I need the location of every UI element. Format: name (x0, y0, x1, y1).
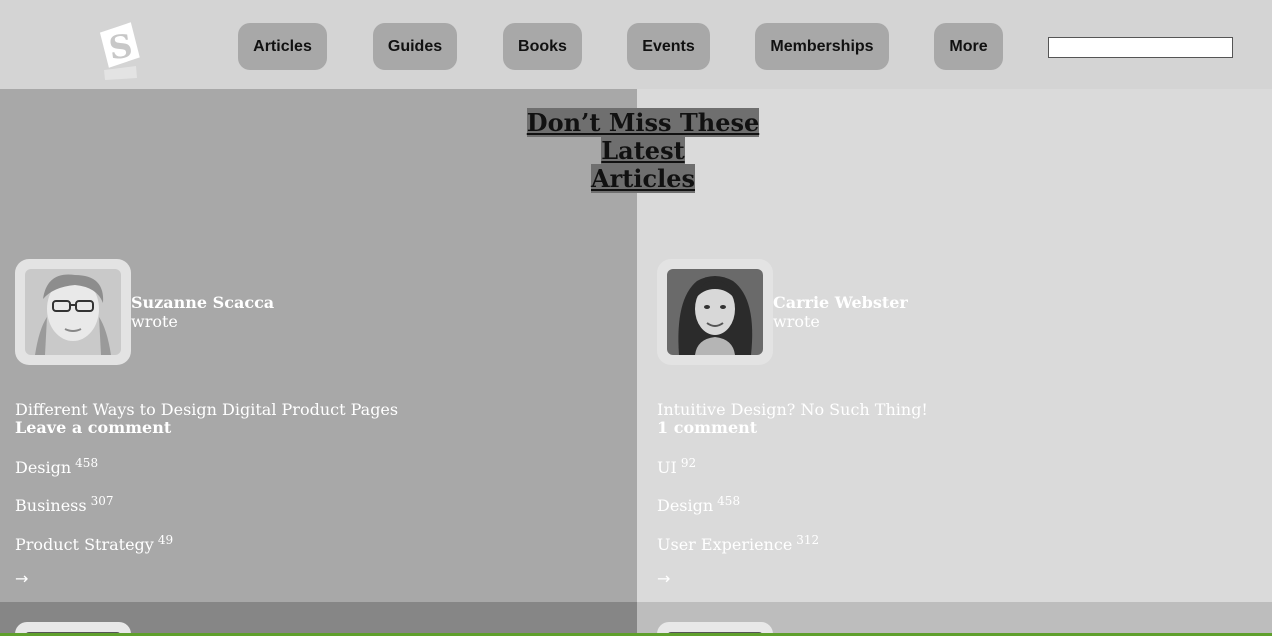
smashing-logo-icon[interactable]: S (96, 22, 144, 80)
tag-link[interactable]: User Experience 312 (657, 533, 819, 554)
article-title-link[interactable]: Different Ways to Design Digital Product… (15, 400, 398, 419)
avatar (667, 269, 763, 355)
tag-link[interactable]: Design 458 (657, 494, 740, 515)
nav-articles-button[interactable]: Articles (238, 23, 327, 70)
nav-more-button[interactable]: More (934, 23, 1003, 70)
nav-books-button[interactable]: Books (503, 23, 582, 70)
author-name[interactable]: Suzanne Scacca (131, 293, 274, 312)
tag-name: Design (15, 458, 72, 477)
author-wrote-label: wrote (131, 312, 178, 331)
site-header: S Articles Guides Books Events Membershi… (0, 0, 1272, 89)
tag-count: 49 (157, 533, 174, 547)
comments-link[interactable]: 1 comment (657, 418, 757, 437)
tag-count: 92 (680, 456, 697, 470)
section-heading-line2: Articles (591, 164, 695, 193)
tag-count: 458 (75, 456, 99, 470)
tag-count: 458 (717, 494, 741, 508)
tag-name: Business (15, 496, 87, 515)
author-avatar-frame[interactable] (15, 259, 131, 365)
author-name[interactable]: Carrie Webster (773, 293, 908, 312)
tag-name: User Experience (657, 535, 793, 554)
read-more-arrow-icon[interactable]: → (15, 569, 28, 588)
article-title-link[interactable]: Intuitive Design? No Such Thing! (657, 400, 928, 419)
tag-link[interactable]: UI 92 (657, 456, 696, 477)
nav-memberships-button[interactable]: Memberships (755, 23, 889, 70)
nav-guides-button[interactable]: Guides (373, 23, 457, 70)
section-heading-line1: Don’t Miss These Latest (526, 108, 760, 165)
tag-count: 312 (796, 533, 820, 547)
tag-link[interactable]: Design 458 (15, 456, 98, 477)
tag-name: Design (657, 496, 714, 515)
read-more-arrow-icon[interactable]: → (657, 569, 670, 588)
tag-link[interactable]: Product Strategy 49 (15, 533, 173, 554)
comments-link[interactable]: Leave a comment (15, 418, 171, 437)
avatar (25, 269, 121, 355)
section-heading: Don’t Miss These Latest Articles (500, 108, 786, 193)
search-input[interactable] (1048, 37, 1233, 58)
author-avatar-frame[interactable] (657, 259, 773, 365)
tag-link[interactable]: Business 307 (15, 494, 114, 515)
tag-name: Product Strategy (15, 535, 154, 554)
tag-name: UI (657, 458, 677, 477)
tag-count: 307 (90, 494, 114, 508)
nav-events-button[interactable]: Events (627, 23, 710, 70)
author-wrote-label: wrote (773, 312, 820, 331)
